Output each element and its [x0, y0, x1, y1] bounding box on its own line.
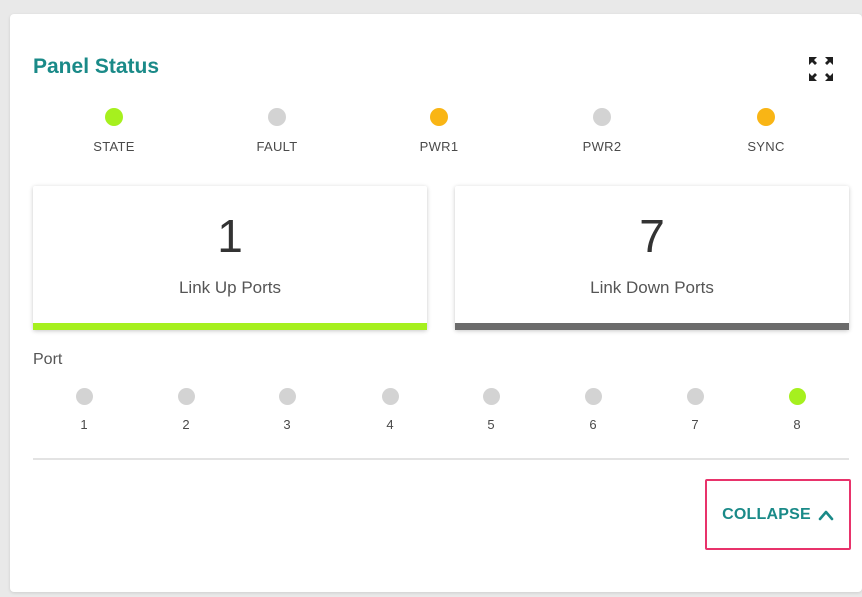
fullscreen-button[interactable]: [806, 54, 836, 84]
port-item: 2: [156, 388, 216, 432]
port-item: 4: [360, 388, 420, 432]
port-number: 7: [691, 417, 699, 432]
link-up-card: 1 Link Up Ports: [33, 186, 427, 330]
port-led: [584, 388, 602, 405]
port-item: 6: [563, 388, 623, 432]
port-indicators: 1 2 3 4 5 6 7 8: [33, 388, 843, 448]
port-number: 6: [589, 417, 597, 432]
panel-status-card: Panel Status STATE FAULT PWR1 PWR2 SYNC …: [10, 14, 862, 592]
port-section-title: Port: [33, 351, 63, 368]
port-number: 5: [487, 417, 495, 432]
indicator-label: PWR2: [582, 139, 622, 154]
port-led: [686, 388, 704, 405]
panel-title: Panel Status: [33, 55, 160, 78]
port-item: 7: [665, 388, 725, 432]
indicator-fault: FAULT: [217, 108, 337, 154]
indicator-label: SYNC: [747, 139, 785, 154]
indicator-label: STATE: [93, 139, 135, 154]
indicator-state: STATE: [54, 108, 174, 154]
collapse-button[interactable]: COLLAPSE: [705, 479, 851, 550]
port-led: [278, 388, 296, 405]
port-led: [381, 388, 399, 405]
port-item: 8: [767, 388, 827, 432]
port-number: 4: [386, 417, 394, 432]
pwr1-led: [430, 108, 448, 126]
sync-led: [757, 108, 775, 126]
port-led: [482, 388, 500, 405]
section-divider: [33, 458, 849, 460]
indicator-label: PWR1: [419, 139, 459, 154]
port-item: 1: [54, 388, 114, 432]
link-up-count: 1: [217, 210, 243, 262]
port-number: 8: [793, 417, 801, 432]
port-number: 2: [182, 417, 190, 432]
state-led: [105, 108, 123, 126]
port-number: 3: [283, 417, 291, 432]
port-number: 1: [80, 417, 88, 432]
indicator-pwr2: PWR2: [542, 108, 662, 154]
port-led: [177, 388, 195, 405]
indicator-sync: SYNC: [706, 108, 826, 154]
fault-led: [268, 108, 286, 126]
port-led: [788, 388, 806, 405]
fullscreen-icon: [809, 57, 833, 81]
link-down-label: Link Down Ports: [590, 278, 714, 297]
pwr2-led: [593, 108, 611, 126]
port-led: [75, 388, 93, 405]
port-item: 3: [257, 388, 317, 432]
port-item: 5: [461, 388, 521, 432]
link-down-count: 7: [639, 210, 665, 262]
status-indicators: STATE FAULT PWR1 PWR2 SYNC: [33, 108, 843, 168]
link-up-label: Link Up Ports: [178, 278, 282, 297]
chevron-up-icon: [818, 510, 834, 520]
collapse-label: COLLAPSE: [722, 505, 811, 523]
link-down-card: 7 Link Down Ports: [455, 186, 849, 330]
link-up-bar: [33, 323, 427, 330]
indicator-label: FAULT: [256, 139, 298, 154]
link-down-bar: [455, 323, 849, 330]
indicator-pwr1: PWR1: [379, 108, 499, 154]
